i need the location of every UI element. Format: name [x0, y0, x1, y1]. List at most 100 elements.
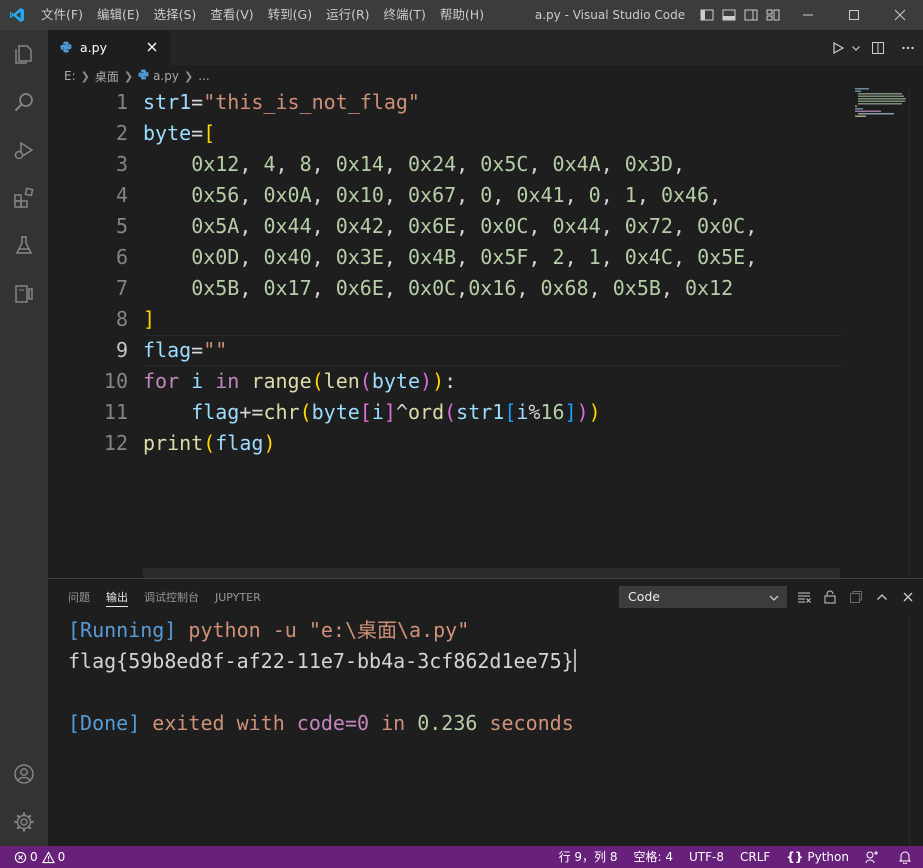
code-token: ,: [383, 245, 396, 269]
remote-explorer-icon[interactable]: [0, 270, 48, 318]
chevron-down-icon[interactable]: [849, 30, 863, 65]
more-actions-icon[interactable]: [893, 30, 923, 65]
code-token: ): [420, 369, 433, 393]
minimap[interactable]: [853, 87, 908, 578]
code-line[interactable]: flag="": [143, 335, 227, 366]
breadcrumb-file[interactable]: a.py: [153, 69, 179, 83]
code-token: 2: [552, 245, 565, 269]
code-line[interactable]: 0x5B, 0x17, 0x6E, 0x0C,0x16, 0x68, 0x5B,…: [143, 273, 733, 304]
code-editor[interactable]: 1 2 3 4 5 6 7 8 9 10 11 12 str1="this_is_not_flag" b…: [48, 87, 923, 578]
account-icon[interactable]: [0, 750, 48, 798]
text-cursor: [573, 649, 576, 672]
language-label: Python: [807, 850, 849, 864]
code-token: =: [191, 90, 204, 114]
code-line[interactable]: 0x5A, 0x44, 0x42, 0x6E, 0x0C, 0x44, 0x72…: [143, 211, 757, 242]
code-line[interactable]: print(flag): [143, 428, 275, 459]
maximize-panel-icon[interactable]: [869, 586, 895, 608]
breadcrumb-folder[interactable]: 桌面: [95, 68, 119, 85]
code-token: ,: [383, 183, 396, 207]
code-token: ,: [311, 183, 324, 207]
tab-output[interactable]: 输出: [106, 579, 128, 615]
split-editor-icon[interactable]: [863, 30, 893, 65]
menu-view[interactable]: 查看(V): [203, 4, 260, 26]
code-token: ^: [395, 400, 408, 424]
minimize-icon[interactable]: [785, 0, 831, 30]
code-token: 0x0C: [407, 276, 457, 300]
menu-selection[interactable]: 选择(S): [147, 4, 204, 26]
code-token: flag: [215, 431, 264, 455]
tab-problems[interactable]: 问题: [68, 579, 90, 615]
cursor-position[interactable]: 行 9，列 8: [551, 846, 626, 868]
toggle-secondary-sidebar-icon[interactable]: [740, 0, 762, 30]
code-line[interactable]: byte=[: [143, 118, 215, 149]
code-token: ,: [311, 245, 324, 269]
close-panel-icon[interactable]: [895, 586, 921, 608]
code-token: 0x56: [191, 183, 240, 207]
code-token: ,: [311, 276, 324, 300]
line-number: 9: [115, 338, 128, 362]
end-of-line[interactable]: CRLF: [732, 846, 778, 868]
output-panel: 问题 输出 调试控制台 JUPYTER Code [Running] pytho…: [48, 578, 923, 846]
encoding[interactable]: UTF-8: [681, 846, 732, 868]
maximize-icon[interactable]: [831, 0, 877, 30]
indentation[interactable]: 空格: 4: [626, 846, 682, 868]
bell-icon[interactable]: [890, 846, 923, 868]
clear-output-icon[interactable]: [791, 586, 817, 608]
run-debug-icon[interactable]: [0, 126, 48, 174]
search-icon[interactable]: [0, 78, 48, 126]
code-token: (: [203, 431, 216, 455]
output-line: [Running] python -u "e:\桌面\a.py": [68, 615, 469, 646]
output-segment: in: [369, 711, 418, 735]
code-token: ,: [383, 152, 396, 176]
open-log-icon[interactable]: [843, 586, 869, 608]
code-line[interactable]: 0x0D, 0x40, 0x3E, 0x4B, 0x5F, 2, 1, 0x4C…: [143, 242, 757, 273]
lock-scroll-icon[interactable]: [817, 586, 843, 608]
problems-status[interactable]: 0 0: [10, 846, 69, 868]
code-line[interactable]: ]: [143, 304, 155, 335]
code-token: 0x10: [335, 183, 384, 207]
output-channel-select[interactable]: Code: [619, 586, 787, 608]
code-token: 1: [624, 183, 637, 207]
language-mode[interactable]: {} Python: [778, 846, 857, 868]
menu-file[interactable]: 文件(F): [34, 4, 90, 26]
code-line[interactable]: flag+=chr(byte[i]^ord(str1[i%16])): [143, 397, 601, 428]
close-window-icon[interactable]: [877, 0, 923, 30]
breadcrumb-more[interactable]: ...: [198, 69, 209, 83]
toggle-panel-icon[interactable]: [718, 0, 740, 30]
code-line[interactable]: str1="this_is_not_flag": [143, 87, 420, 118]
code-token: =: [191, 121, 204, 145]
panel-vertical-scrollbar[interactable]: [909, 615, 923, 846]
menu-edit[interactable]: 编辑(E): [90, 4, 147, 26]
customize-layout-icon[interactable]: [762, 0, 784, 30]
menu-help[interactable]: 帮助(H): [433, 4, 491, 26]
settings-gear-icon[interactable]: [0, 798, 48, 846]
close-tab-icon[interactable]: [144, 39, 160, 55]
testing-icon[interactable]: [0, 222, 48, 270]
breadcrumb-drive[interactable]: E:: [64, 69, 76, 83]
menu-terminal[interactable]: 终端(T): [377, 4, 433, 26]
extensions-icon[interactable]: [0, 174, 48, 222]
code-line[interactable]: 0x56, 0x0A, 0x10, 0x67, 0, 0x41, 0, 1, 0…: [143, 180, 721, 211]
tab-debug-console[interactable]: 调试控制台: [144, 579, 199, 615]
run-python-file-icon[interactable]: [827, 30, 849, 65]
tab-a-py[interactable]: a.py: [48, 30, 170, 65]
tab-jupyter[interactable]: JUPYTER: [215, 579, 261, 615]
code-line[interactable]: 0x12, 4, 8, 0x14, 0x24, 0x5C, 0x4A, 0x3D…: [143, 149, 685, 180]
menu-go[interactable]: 转到(G): [261, 4, 319, 26]
toggle-primary-sidebar-icon[interactable]: [696, 0, 718, 30]
editor-vertical-scrollbar[interactable]: [909, 87, 923, 578]
menu-run[interactable]: 运行(R): [319, 4, 376, 26]
editor-horizontal-scrollbar[interactable]: [143, 568, 840, 578]
code-token: 0x3E: [335, 245, 384, 269]
feedback-icon[interactable]: [857, 846, 890, 868]
explorer-icon[interactable]: [0, 30, 48, 78]
code-line[interactable]: for i in range(len(byte)):: [143, 366, 456, 397]
